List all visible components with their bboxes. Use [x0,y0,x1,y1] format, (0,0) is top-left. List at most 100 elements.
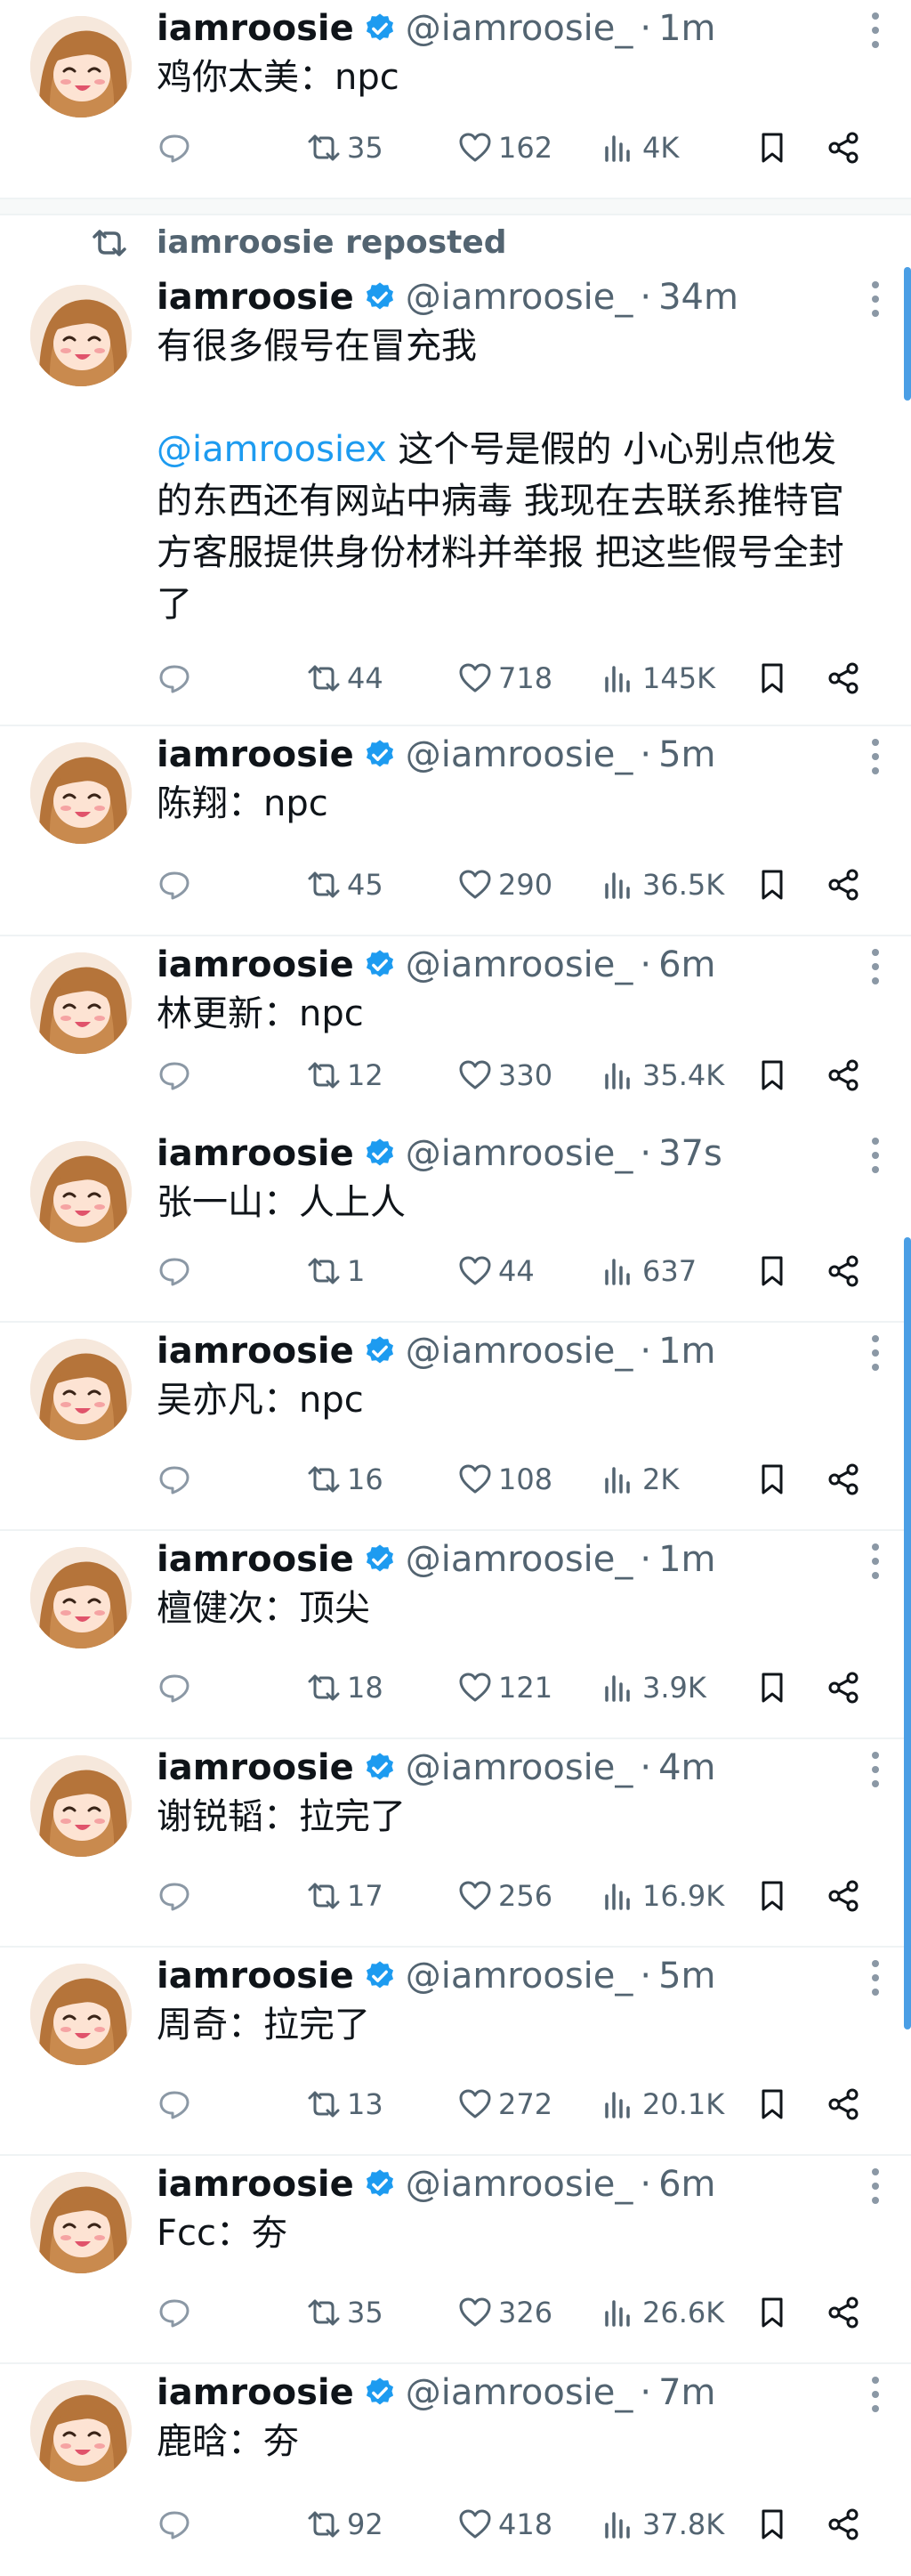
like-button[interactable]: 418 [457,2503,552,2546]
like-button[interactable]: 330 [457,1054,552,1097]
like-button[interactable]: 272 [457,2083,552,2126]
timestamp[interactable]: 1m [658,1331,715,1372]
like-button[interactable]: 326 [457,2291,552,2334]
bookmark-button[interactable] [754,2083,790,2126]
avatar[interactable] [30,1339,132,1440]
repost-button[interactable]: 35 [306,2291,383,2334]
timestamp[interactable]: 37s [658,1133,722,1174]
bookmark-button[interactable] [754,863,790,906]
display-name[interactable]: iamroosie [157,1539,354,1580]
avatar[interactable] [30,1547,132,1648]
more-icon[interactable] [870,1960,881,1996]
tweet[interactable]: iamroosie @iamroosie_ · 1m 鸡你太美：npc 35 162 4K [0,0,911,199]
views-button[interactable]: 145K [601,657,715,700]
user-handle[interactable]: @iamroosie_ [406,2372,633,2413]
views-button[interactable]: 20.1K [601,2083,724,2126]
like-button[interactable]: 162 [457,126,552,169]
avatar[interactable] [30,1755,132,1857]
avatar[interactable] [30,285,132,386]
user-handle[interactable]: @iamroosie_ [406,277,633,318]
views-button[interactable]: 35.4K [601,1054,724,1097]
mention-link[interactable]: @iamroosiex [157,429,387,470]
repost-banner-text[interactable]: iamroosie reposted [157,223,507,263]
more-icon[interactable] [870,1752,881,1787]
display-name[interactable]: iamroosie [157,1747,354,1788]
display-name[interactable]: iamroosie [157,277,354,318]
bookmark-button[interactable] [754,1875,790,1917]
avatar[interactable] [30,2380,132,2482]
share-button[interactable] [826,1250,861,1292]
views-button[interactable]: 3.9K [601,1666,706,1709]
reply-button[interactable] [157,1054,192,1097]
share-button[interactable] [826,2083,861,2126]
repost-button[interactable]: 16 [306,1458,383,1501]
user-handle[interactable]: @iamroosie_ [406,734,633,775]
like-button[interactable]: 718 [457,657,552,700]
more-icon[interactable] [870,1138,881,1173]
share-button[interactable] [826,2291,861,2334]
share-button[interactable] [826,1875,861,1917]
timestamp[interactable]: 7m [658,2372,715,2413]
reply-button[interactable] [157,126,192,169]
more-icon[interactable] [870,739,881,774]
tweet[interactable]: iamroosie @iamroosie_ · 37s 张一山：人上人 1 44 637 [0,1125,911,1323]
bookmark-button[interactable] [754,126,790,169]
display-name[interactable]: iamroosie [157,944,354,985]
tweet[interactable]: iamroosie @iamroosie_ · 5m 陈翔：npc 45 290 36.5K [0,726,911,936]
reply-button[interactable] [157,1875,192,1917]
more-icon[interactable] [870,1335,881,1371]
reply-button[interactable] [157,657,192,700]
repost-button[interactable]: 1 [306,1250,365,1292]
reply-button[interactable] [157,2503,192,2546]
bookmark-button[interactable] [754,1458,790,1501]
bookmark-button[interactable] [754,657,790,700]
timestamp[interactable]: 5m [658,1956,715,1997]
share-button[interactable] [826,1666,861,1709]
reply-button[interactable] [157,1250,192,1292]
bookmark-button[interactable] [754,2503,790,2546]
views-button[interactable]: 26.6K [601,2291,724,2334]
display-name[interactable]: iamroosie [157,1133,354,1174]
timestamp[interactable]: 6m [658,2164,715,2205]
bookmark-button[interactable] [754,1250,790,1292]
more-icon[interactable] [870,949,881,984]
views-button[interactable]: 637 [601,1250,697,1292]
avatar[interactable] [30,742,132,844]
share-button[interactable] [826,657,861,700]
repost-button[interactable]: 18 [306,1666,383,1709]
tweet[interactable]: iamroosie @iamroosie_ · 1m 檀健次：顶尖 18 121 3.9K [0,1531,911,1739]
tweet[interactable]: iamroosie @iamroosie_ · 34m 有很多假号在冒充我 @iamro… [0,269,911,726]
share-button[interactable] [826,2503,861,2546]
user-handle[interactable]: @iamroosie_ [406,1331,633,1372]
reply-button[interactable] [157,2083,192,2126]
repost-button[interactable]: 13 [306,2083,383,2126]
views-button[interactable]: 4K [601,126,679,169]
views-button[interactable]: 2K [601,1458,679,1501]
tweet[interactable]: iamroosie @iamroosie_ · 7m 鹿晗：夯 92 418 37.8K [0,2364,911,2576]
like-button[interactable]: 290 [457,863,552,906]
bookmark-button[interactable] [754,1054,790,1097]
reply-button[interactable] [157,2291,192,2334]
user-handle[interactable]: @iamroosie_ [406,1747,633,1788]
tweet[interactable]: iamroosie @iamroosie_ · 5m 周奇：拉完了 13 272 20.1K [0,1948,911,2156]
like-button[interactable]: 256 [457,1875,552,1917]
avatar[interactable] [30,1141,132,1243]
display-name[interactable]: iamroosie [157,734,354,775]
repost-button[interactable]: 12 [306,1054,383,1097]
timestamp[interactable]: 34m [658,277,738,318]
more-icon[interactable] [870,2168,881,2204]
reply-button[interactable] [157,1666,192,1709]
share-button[interactable] [826,863,861,906]
timestamp[interactable]: 4m [658,1747,715,1788]
display-name[interactable]: iamroosie [157,1956,354,1997]
more-icon[interactable] [870,12,881,48]
tweet[interactable]: iamroosie @iamroosie_ · 6m Fcc：夯 35 326 26.6K [0,2156,911,2364]
timestamp[interactable]: 1m [658,8,715,49]
user-handle[interactable]: @iamroosie_ [406,1133,633,1174]
like-button[interactable]: 44 [457,1250,535,1292]
repost-button[interactable]: 92 [306,2503,383,2546]
timestamp[interactable]: 5m [658,734,715,775]
repost-button[interactable]: 35 [306,126,383,169]
like-button[interactable]: 108 [457,1458,552,1501]
bookmark-button[interactable] [754,1666,790,1709]
